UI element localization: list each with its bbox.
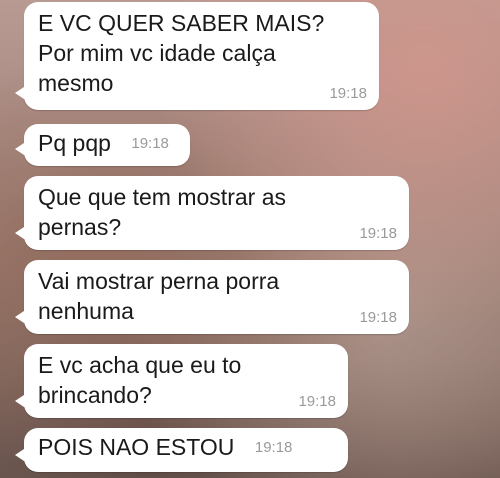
message-text: Vai mostrar perna porra nenhuma	[38, 268, 280, 324]
message-text: Que que tem mostrar as pernas?	[38, 184, 286, 240]
message-timestamp: 19:18	[298, 393, 336, 410]
message-bubble[interactable]: Que que tem mostrar as pernas? 19:18	[15, 176, 409, 250]
message-bubble[interactable]: Pq pqp 19:18	[15, 124, 190, 166]
message-text: E vc acha que eu to brincando?	[38, 352, 242, 408]
message-timestamp: 19:18	[359, 225, 397, 242]
message-timestamp: 19:18	[329, 85, 367, 102]
chat-view: E VC QUER SABER MAIS? Por mim vc idade c…	[0, 0, 500, 478]
message-bubble[interactable]: E VC QUER SABER MAIS? Por mim vc idade c…	[15, 2, 379, 110]
message-timestamp: 19:18	[131, 134, 169, 152]
message-text: E VC QUER SABER MAIS? Por mim vc idade c…	[38, 10, 325, 96]
message-bubble[interactable]: Vai mostrar perna porra nenhuma 19:18	[15, 260, 409, 334]
message-text: Pq pqp	[38, 130, 111, 156]
message-timestamp: 19:18	[359, 309, 397, 326]
message-bubble[interactable]: E vc acha que eu to brincando? 19:18	[15, 344, 348, 418]
message-timestamp: 19:18	[254, 438, 293, 456]
message-bubble[interactable]: POIS NAO ESTOU 19:18	[15, 428, 348, 472]
message-text: POIS NAO ESTOU	[38, 434, 235, 460]
